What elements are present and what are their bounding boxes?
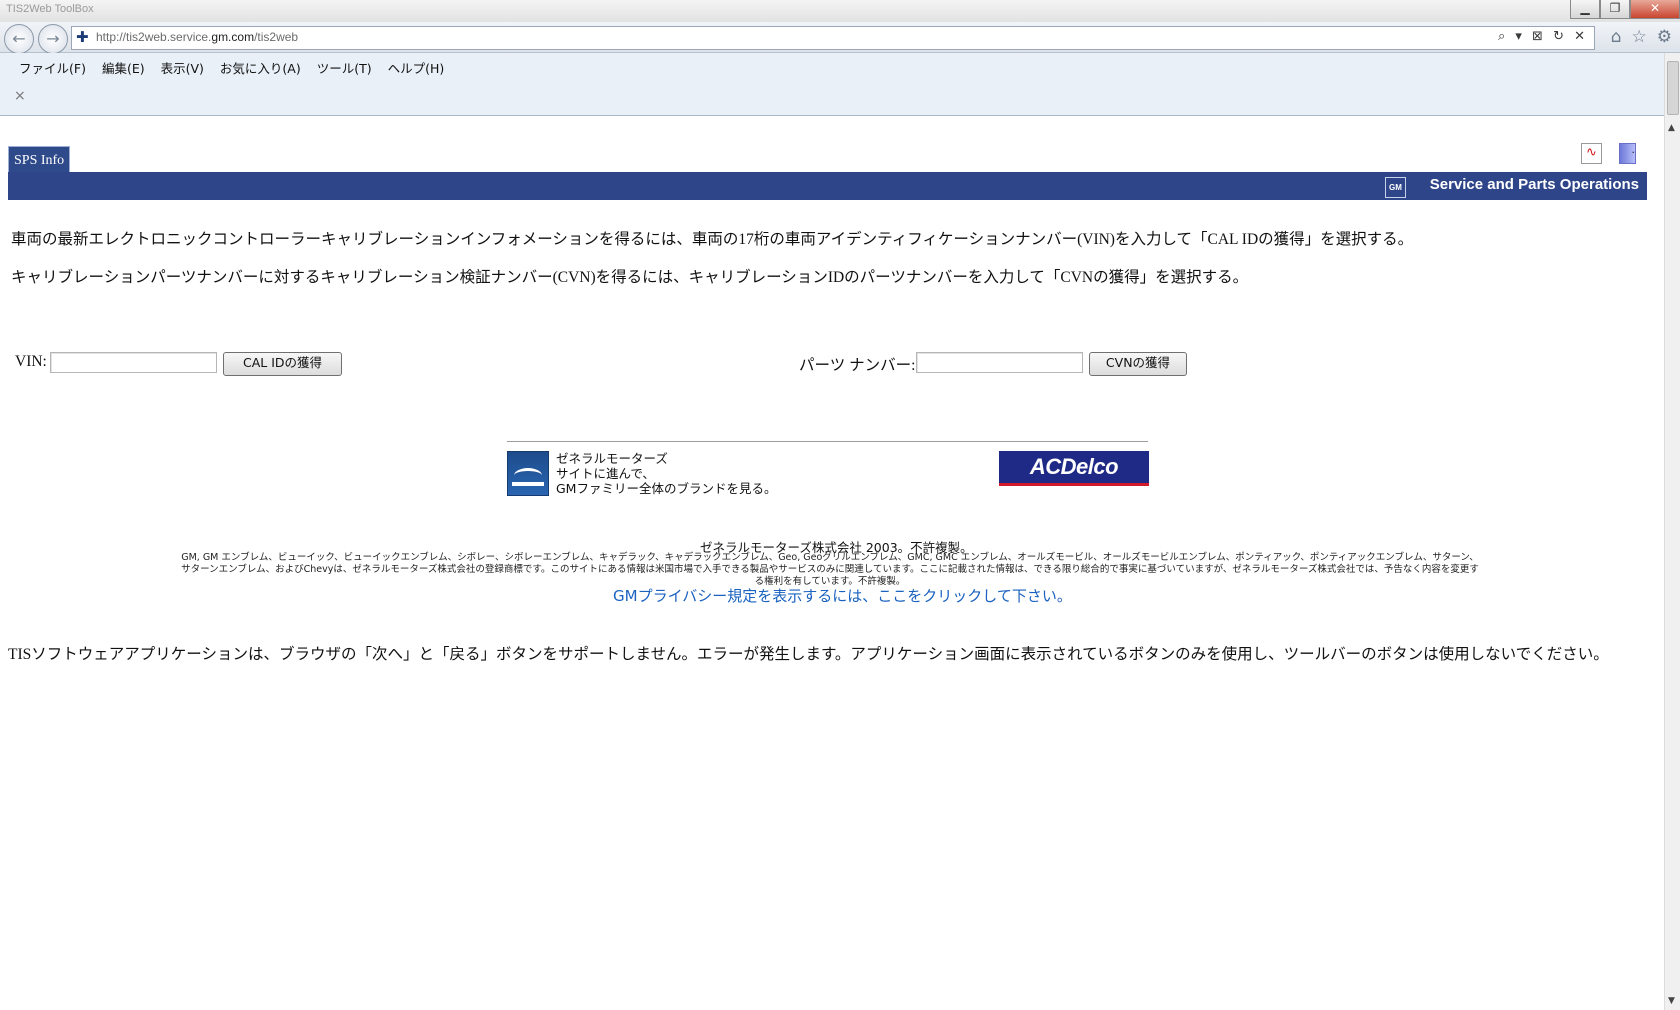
- gm-brands-link[interactable]: ゼネラルモーターズ サイトに進んで、 GMファミリー全体のブランドを見る。: [556, 451, 776, 496]
- address-bar[interactable]: ✚ http://tis2web.service.gm.com/tis2web …: [71, 26, 1595, 50]
- menu-file[interactable]: ファイル(F): [19, 58, 86, 77]
- gm-logo: GM: [1385, 177, 1406, 198]
- scroll-down-icon[interactable]: ▼: [1668, 996, 1675, 1006]
- menu-help[interactable]: ヘルプ(H): [388, 58, 445, 77]
- close-toolbar-icon[interactable]: ×: [14, 88, 26, 104]
- brand-line-1: ゼネラルモーターズ: [556, 451, 668, 466]
- navigation-bar: ← → ✚ http://tis2web.service.gm.com/tis2…: [0, 22, 1680, 54]
- part-number-input[interactable]: [916, 352, 1083, 373]
- close-window-button[interactable]: ✕: [1630, 0, 1680, 19]
- menu-tools[interactable]: ツール(T): [317, 58, 372, 77]
- legal-notice: GM, GM エンブレム、ビューイック、ビューイックエンブレム、シボレー、シボレ…: [181, 552, 1479, 587]
- acdelco-delco: Delco: [1060, 454, 1119, 479]
- acdelco-logo[interactable]: ACDelco: [999, 451, 1149, 486]
- vertical-scrollbar[interactable]: ▲ ▼: [1664, 53, 1680, 1010]
- url-prefix: http://tis2web.service.: [96, 30, 212, 44]
- exit-door-icon[interactable]: ·: [1619, 143, 1636, 164]
- navigation-warning: TISソフトウェアアプリケーションは、ブラウザの「次へ」と「戻る」ボタンをサポー…: [8, 646, 1609, 663]
- part-number-label: パーツ ナンバー:: [799, 357, 916, 374]
- menu-view[interactable]: 表示(V): [161, 58, 204, 77]
- privacy-link[interactable]: GMプライバシー規定を表示するには、ここをクリックして下さい。: [613, 585, 1072, 606]
- back-arrow-icon: ←: [12, 29, 26, 48]
- window-title: TIS2Web ToolBox: [6, 3, 94, 15]
- acdelco-ac: AC: [1029, 454, 1061, 479]
- get-cvn-button[interactable]: CVNの獲得: [1089, 352, 1187, 376]
- tab-sps-info[interactable]: SPS Info: [8, 146, 71, 173]
- browser-right-icons: ⌂ ☆ ⚙: [1611, 27, 1672, 47]
- gear-icon[interactable]: ⚙: [1657, 27, 1672, 47]
- vin-label: VIN:: [15, 353, 47, 370]
- divider: [507, 441, 1148, 442]
- get-cal-id-button[interactable]: CAL IDの獲得: [223, 352, 342, 376]
- menu-items: ファイル(F) 編集(E) 表示(V) お気に入り(A) ツール(T) ヘルプ(…: [19, 58, 444, 77]
- site-favicon-icon: ✚: [76, 28, 89, 46]
- scrollbar-thumb[interactable]: [1667, 61, 1679, 115]
- header-bar: GM Service and Parts Operations: [8, 172, 1647, 200]
- url-suffix: /tis2web: [254, 30, 299, 44]
- window-controls: ▁ ❐ ✕: [1570, 0, 1680, 19]
- brand-line-3: GMファミリー全体のブランドを見る。: [556, 481, 777, 496]
- star-icon[interactable]: ☆: [1632, 27, 1647, 47]
- chart-icon[interactable]: ∿: [1581, 143, 1602, 164]
- minimize-button[interactable]: ▁: [1570, 0, 1600, 19]
- forward-arrow-icon: →: [46, 29, 60, 48]
- scroll-up-icon[interactable]: ▲: [1668, 123, 1675, 133]
- address-tools[interactable]: ⌕ ▾ ⊠ ↻ ✕: [1498, 29, 1588, 44]
- home-icon[interactable]: ⌂: [1611, 27, 1622, 47]
- back-button[interactable]: ←: [4, 24, 34, 54]
- header-title: Service and Parts Operations: [1429, 176, 1639, 193]
- restore-button[interactable]: ❐: [1600, 0, 1630, 19]
- vin-input[interactable]: [50, 352, 217, 373]
- gm-brands-logo[interactable]: [507, 451, 549, 496]
- url-domain: gm.com: [211, 30, 255, 44]
- vin-instruction: 車両の最新エレクトロニックコントローラーキャリブレーションインフォメーションを得…: [11, 231, 1414, 248]
- menu-bar: ファイル(F) 編集(E) 表示(V) お気に入り(A) ツール(T) ヘルプ(…: [0, 53, 1665, 116]
- forward-button[interactable]: →: [38, 24, 68, 54]
- brand-line-2: サイトに進んで、: [556, 466, 655, 481]
- menu-favorites[interactable]: お気に入り(A): [220, 58, 301, 77]
- menu-edit[interactable]: 編集(E): [102, 58, 145, 77]
- address-url[interactable]: http://tis2web.service.gm.com/tis2web: [96, 30, 298, 44]
- cvn-instruction: キャリブレーションパーツナンバーに対するキャリブレーション検証ナンバー(CVN)…: [11, 269, 1249, 286]
- window-title-bar: TIS2Web ToolBox ▁ ❐ ✕: [0, 0, 1680, 22]
